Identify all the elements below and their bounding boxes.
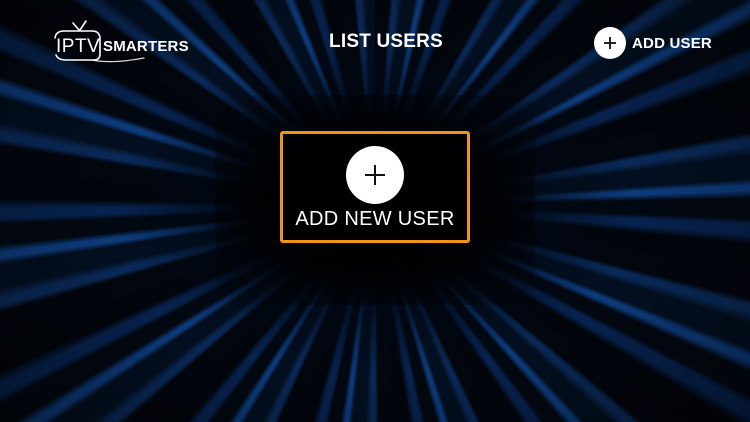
- add-new-user-label: ADD NEW USER: [295, 208, 455, 230]
- add-user-label: ADD USER: [632, 34, 712, 52]
- plus-icon: [594, 27, 626, 59]
- add-user-button[interactable]: ADD USER: [594, 27, 712, 59]
- plus-icon: [346, 146, 404, 204]
- add-new-user-button[interactable]: ADD NEW USER: [280, 131, 470, 243]
